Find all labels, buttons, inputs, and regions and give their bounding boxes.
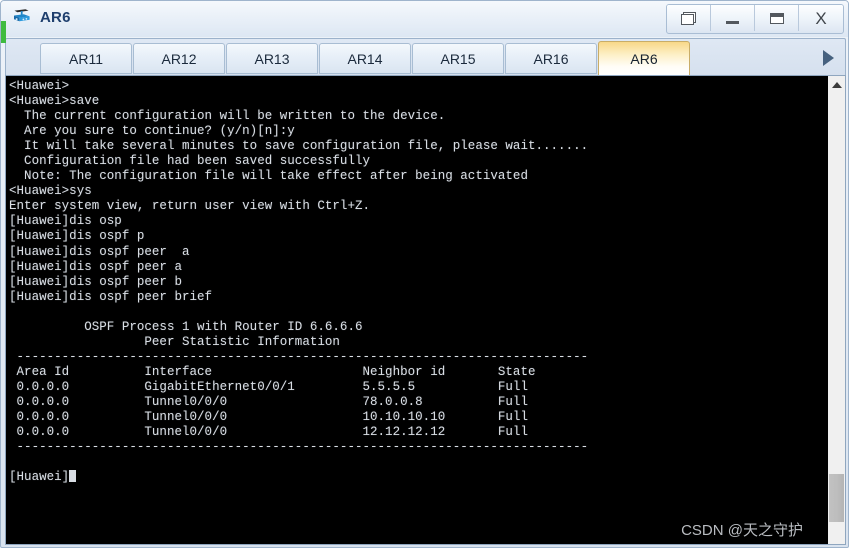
terminal-line: [Huawei]dis ospf p xyxy=(9,229,145,244)
watermark: CSDN @天之守护 xyxy=(681,522,803,539)
terminal-panel: <Huawei> <Huawei>save The current configu… xyxy=(5,75,846,545)
terminal-console[interactable]: <Huawei> <Huawei>save The current configu… xyxy=(6,76,827,544)
title-bar: AR6 X xyxy=(1,1,848,37)
tab-label: AR13 xyxy=(254,50,290,67)
close-icon: X xyxy=(815,8,827,28)
terminal-line: The current configuration will be writte… xyxy=(9,109,446,124)
terminal-line: Configuration file had been saved succes… xyxy=(9,154,371,169)
terminal-line: 0.0.0.0 Tunnel0/0/0 10.10.10.10 Full xyxy=(9,410,528,425)
scrollbar-up-button[interactable] xyxy=(828,76,845,93)
terminal-output: <Huawei> <Huawei>save The current configu… xyxy=(9,79,827,485)
tab-ar16[interactable]: AR16 xyxy=(505,43,597,74)
tab-label: AR6 xyxy=(630,51,658,67)
tab-ar12[interactable]: AR12 xyxy=(133,43,225,74)
window-controls: X xyxy=(666,4,844,34)
terminal-line: 0.0.0.0 Tunnel0/0/0 12.12.12.12 Full xyxy=(9,425,528,440)
terminal-line: Are you sure to continue? (y/n)[n]:y xyxy=(9,124,295,139)
terminal-line: ----------------------------------------… xyxy=(9,349,589,364)
terminal-line: [Huawei]dis osp xyxy=(9,214,122,229)
tab-ar15[interactable]: AR15 xyxy=(412,43,504,74)
tab-ar13[interactable]: AR13 xyxy=(226,43,318,74)
tab-label: AR14 xyxy=(347,50,383,67)
chevron-up-icon xyxy=(831,81,842,88)
minimize-button[interactable] xyxy=(711,5,755,31)
terminal-line: [Huawei]dis ospf peer b xyxy=(9,274,182,289)
terminal-line: <Huawei>sys xyxy=(9,184,92,199)
scrollbar-track[interactable] xyxy=(828,93,845,544)
close-button[interactable]: X xyxy=(799,5,843,31)
tab-list: AR11 AR12 AR13 AR14 AR15 AR16 AR6 xyxy=(40,39,690,76)
terminal-line: OSPF Process 1 with Router ID 6.6.6.6 xyxy=(9,319,363,334)
terminal-line: [Huawei]dis ospf peer brief xyxy=(9,289,213,304)
terminal-line: [Huawei] xyxy=(9,470,827,485)
terminal-line: It will take several minutes to save con… xyxy=(9,139,589,154)
tab-label: AR16 xyxy=(533,50,569,67)
router-icon xyxy=(11,6,33,28)
terminal-line: Note: The configuration file will take e… xyxy=(9,169,528,184)
terminal-line: Enter system view, return user view with… xyxy=(9,199,371,214)
terminal-line: Area Id Interface Neighbor id State xyxy=(9,364,536,379)
tab-label: AR12 xyxy=(161,50,197,67)
tab-ar11[interactable]: AR11 xyxy=(40,43,132,74)
maximize-icon xyxy=(769,12,784,24)
window-edge-accent xyxy=(1,21,6,43)
terminal-line: ----------------------------------------… xyxy=(9,440,589,455)
terminal-line: [Huawei]dis ospf peer a xyxy=(9,244,190,259)
restore-button[interactable] xyxy=(667,5,711,31)
tab-label: AR11 xyxy=(69,50,103,67)
terminal-line: <Huawei>save xyxy=(9,94,100,109)
terminal-line: <Huawei> xyxy=(9,79,70,93)
restore-icon xyxy=(681,11,696,25)
title-bar-left: AR6 xyxy=(11,6,71,28)
scrollbar-thumb[interactable] xyxy=(829,474,844,522)
tab-ar14[interactable]: AR14 xyxy=(319,43,411,74)
tab-scroll-left-button[interactable] xyxy=(6,39,40,76)
tab-ar6[interactable]: AR6 xyxy=(598,41,690,76)
terminal-line: [Huawei]dis ospf peer a xyxy=(9,259,182,274)
terminal-line: 0.0.0.0 Tunnel0/0/0 78.0.0.8 Full xyxy=(9,394,528,409)
emulator-window: AR6 X AR11 AR12 AR13 AR14 AR15 AR16 AR6 … xyxy=(0,0,849,548)
tab-label: AR15 xyxy=(440,50,476,67)
minimize-icon xyxy=(726,21,739,24)
window-title: AR6 xyxy=(40,8,71,26)
tab-bar: AR11 AR12 AR13 AR14 AR15 AR16 AR6 xyxy=(5,38,846,76)
maximize-button[interactable] xyxy=(755,5,799,31)
tab-scroll-right-button[interactable] xyxy=(811,39,845,76)
terminal-cursor xyxy=(69,470,77,483)
triangle-right-icon xyxy=(822,49,834,66)
terminal-line: 0.0.0.0 GigabitEthernet0/0/1 5.5.5.5 Ful… xyxy=(9,379,528,394)
terminal-scrollbar[interactable] xyxy=(827,76,845,544)
terminal-line: Peer Statistic Information xyxy=(9,334,340,349)
